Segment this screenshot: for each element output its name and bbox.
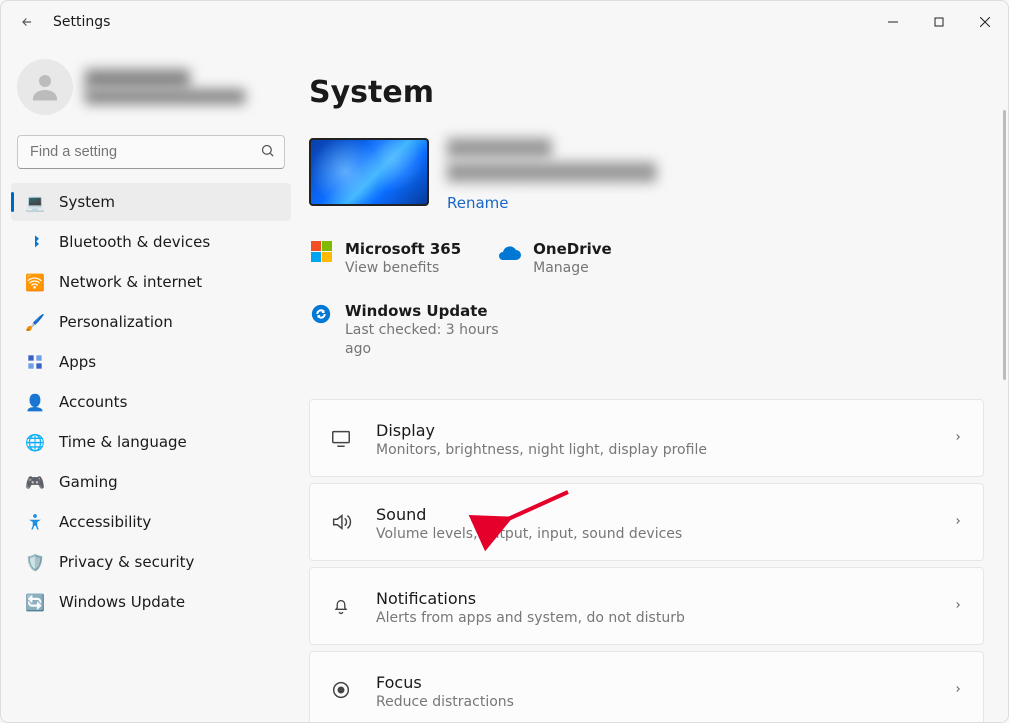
titlebar: Settings bbox=[1, 1, 1008, 43]
device-model: ████████████████ bbox=[447, 162, 656, 186]
nav-personalization-icon: 🖌️ bbox=[25, 312, 45, 332]
nav-network-label: Network & internet bbox=[59, 273, 281, 291]
tile-wu-title: Windows Update bbox=[345, 302, 515, 322]
windows-update-icon bbox=[309, 302, 333, 326]
card-focus[interactable]: FocusReduce distractions bbox=[309, 651, 984, 722]
account-email: ████████████████ bbox=[85, 90, 245, 105]
window-title: Settings bbox=[53, 14, 110, 30]
rename-link[interactable]: Rename bbox=[447, 194, 509, 212]
nav-apps-icon bbox=[25, 352, 45, 372]
nav-windows-update-label: Windows Update bbox=[59, 593, 281, 611]
nav-gaming[interactable]: 🎮 Gaming bbox=[11, 463, 291, 501]
nav-system-icon: 💻 bbox=[25, 192, 45, 212]
card-display-title: Display bbox=[376, 419, 931, 442]
tile-windows-update[interactable]: Windows Update Last checked: 3 hours ago bbox=[309, 302, 612, 359]
nav-list: 💻 System Bluetooth & devices 🛜 Network & int… bbox=[9, 183, 293, 621]
card-notifications-sub: Alerts from apps and system, do not dist… bbox=[376, 610, 931, 626]
search-box bbox=[17, 135, 285, 169]
chevron-right-icon bbox=[953, 515, 963, 529]
nav-system[interactable]: 💻 System bbox=[11, 183, 291, 221]
nav-privacy[interactable]: 🛡️ Privacy & security bbox=[11, 543, 291, 581]
close-button[interactable] bbox=[962, 6, 1008, 38]
nav-privacy-label: Privacy & security bbox=[59, 553, 281, 571]
card-display[interactable]: DisplayMonitors, brightness, night light… bbox=[309, 399, 984, 477]
tile-onedrive-title: OneDrive bbox=[533, 240, 612, 260]
search-icon bbox=[260, 143, 275, 162]
nav-accounts[interactable]: 👤 Accounts bbox=[11, 383, 291, 421]
account-header[interactable]: ████████ ████████████████ bbox=[9, 51, 293, 131]
nav-gaming-icon: 🎮 bbox=[25, 472, 45, 492]
window-controls bbox=[870, 6, 1008, 38]
nav-bluetooth-label: Bluetooth & devices bbox=[59, 233, 281, 251]
nav-personalization[interactable]: 🖌️ Personalization bbox=[11, 303, 291, 341]
chevron-right-icon bbox=[953, 431, 963, 445]
device-name: ████████ bbox=[447, 138, 656, 162]
card-notifications-title: Notifications bbox=[376, 587, 931, 610]
card-notifications-icon bbox=[328, 596, 354, 616]
hero-row: ████████ ████████████████ Rename bbox=[309, 138, 984, 359]
tile-onedrive[interactable]: OneDrive Manage bbox=[497, 240, 612, 278]
onedrive-icon bbox=[497, 240, 521, 264]
nav-network[interactable]: 🛜 Network & internet bbox=[11, 263, 291, 301]
nav-accessibility[interactable]: Accessibility bbox=[11, 503, 291, 541]
search-input[interactable] bbox=[17, 135, 285, 169]
settings-window: Settings ████████ ████████████████ bbox=[0, 0, 1009, 723]
nav-windows-update[interactable]: 🔄 Windows Update bbox=[11, 583, 291, 621]
nav-time-language-icon: 🌐 bbox=[25, 432, 45, 452]
card-display-sub: Monitors, brightness, night light, displ… bbox=[376, 442, 931, 458]
ms365-icon bbox=[309, 240, 333, 264]
card-sound-title: Sound bbox=[376, 503, 931, 526]
account-name: ████████ bbox=[85, 70, 245, 90]
nav-personalization-label: Personalization bbox=[59, 313, 281, 331]
info-tiles: Microsoft 365 View benefits OneDrive bbox=[309, 240, 612, 360]
minimize-button[interactable] bbox=[870, 6, 916, 38]
settings-cards: DisplayMonitors, brightness, night light… bbox=[309, 399, 984, 722]
tile-ms365[interactable]: Microsoft 365 View benefits bbox=[309, 240, 461, 278]
card-sound-icon bbox=[328, 511, 354, 533]
card-focus-title: Focus bbox=[376, 671, 931, 694]
chevron-right-icon bbox=[953, 683, 963, 697]
nav-gaming-label: Gaming bbox=[59, 473, 281, 491]
card-notifications[interactable]: NotificationsAlerts from apps and system… bbox=[309, 567, 984, 645]
nav-accessibility-icon bbox=[25, 512, 45, 532]
nav-accessibility-label: Accessibility bbox=[59, 513, 281, 531]
main-pane: System ████████ ████████████████ Rename bbox=[301, 43, 1008, 722]
nav-system-label: System bbox=[59, 193, 281, 211]
device-block: ████████ ████████████████ Rename bbox=[309, 138, 656, 212]
tile-ms365-title: Microsoft 365 bbox=[345, 240, 461, 260]
nav-bluetooth[interactable]: Bluetooth & devices bbox=[11, 223, 291, 261]
nav-accounts-label: Accounts bbox=[59, 393, 281, 411]
nav-network-icon: 🛜 bbox=[25, 272, 45, 292]
scrollbar[interactable] bbox=[1003, 110, 1006, 380]
nav-apps-label: Apps bbox=[59, 353, 281, 371]
account-text: ████████ ████████████████ bbox=[85, 70, 245, 105]
back-button[interactable] bbox=[13, 8, 41, 36]
nav-accounts-icon: 👤 bbox=[25, 392, 45, 412]
nav-bluetooth-icon bbox=[25, 232, 45, 252]
nav-privacy-icon: 🛡️ bbox=[25, 552, 45, 572]
tile-ms365-sub: View benefits bbox=[345, 259, 461, 278]
nav-windows-update-icon: 🔄 bbox=[25, 592, 45, 612]
card-focus-sub: Reduce distractions bbox=[376, 694, 931, 710]
card-sound-sub: Volume levels, output, input, sound devi… bbox=[376, 526, 931, 542]
card-sound[interactable]: SoundVolume levels, output, input, sound… bbox=[309, 483, 984, 561]
avatar bbox=[17, 59, 73, 115]
tile-onedrive-sub: Manage bbox=[533, 259, 612, 278]
card-focus-icon bbox=[328, 679, 354, 701]
nav-apps[interactable]: Apps bbox=[11, 343, 291, 381]
maximize-button[interactable] bbox=[916, 6, 962, 38]
card-display-icon bbox=[328, 427, 354, 449]
tile-wu-sub: Last checked: 3 hours ago bbox=[345, 321, 515, 359]
device-thumbnail[interactable] bbox=[309, 138, 429, 206]
page-heading: System bbox=[309, 75, 984, 110]
sidebar: ████████ ████████████████ 💻 System Bluetoo… bbox=[1, 43, 301, 722]
chevron-right-icon bbox=[953, 599, 963, 613]
nav-time-language[interactable]: 🌐 Time & language bbox=[11, 423, 291, 461]
nav-time-language-label: Time & language bbox=[59, 433, 281, 451]
